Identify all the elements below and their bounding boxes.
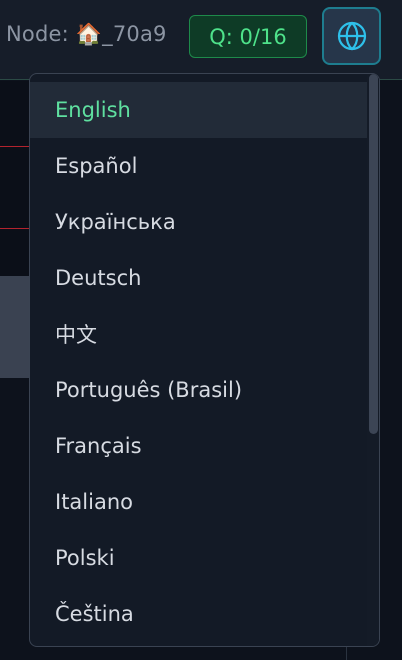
language-dropdown: English Español Українська Deutsch 中文 Po… — [29, 73, 380, 647]
language-option-chinese[interactable]: 中文 — [30, 306, 367, 362]
language-option-spanish[interactable]: Español — [30, 138, 367, 194]
background-highlight-row — [0, 276, 32, 378]
divider-line — [0, 228, 32, 229]
queue-text: Q: 0/16 — [209, 24, 287, 49]
background-area-lower — [0, 378, 32, 660]
queue-badge: Q: 0/16 — [189, 15, 307, 58]
node-prefix: Node: — [6, 22, 76, 46]
language-option-english[interactable]: English — [30, 82, 367, 138]
globe-icon — [337, 21, 366, 51]
scrollbar-thumb[interactable] — [369, 74, 378, 434]
node-id: _70a9 — [102, 22, 167, 46]
language-option-ukrainian[interactable]: Українська — [30, 194, 367, 250]
divider-line — [0, 146, 32, 147]
language-option-french[interactable]: Français — [30, 418, 367, 474]
dropdown-scrollbar[interactable] — [367, 74, 379, 646]
language-button[interactable] — [322, 7, 381, 65]
language-menu: English Español Українська Deutsch 中文 Po… — [30, 82, 367, 642]
node-label: Node: 🏠_70a9 — [6, 22, 167, 47]
language-option-polish[interactable]: Polski — [30, 530, 367, 586]
language-option-czech[interactable]: Čeština — [30, 586, 367, 642]
language-option-german[interactable]: Deutsch — [30, 250, 367, 306]
top-bar: Node: 🏠_70a9 Q: 0/16 — [0, 0, 402, 80]
language-option-portuguese-brazil[interactable]: Português (Brasil) — [30, 362, 367, 418]
language-option-italian[interactable]: Italiano — [30, 474, 367, 530]
background-area — [0, 81, 32, 276]
node-emoji: 🏠 — [75, 22, 103, 46]
background-panel — [0, 81, 32, 660]
